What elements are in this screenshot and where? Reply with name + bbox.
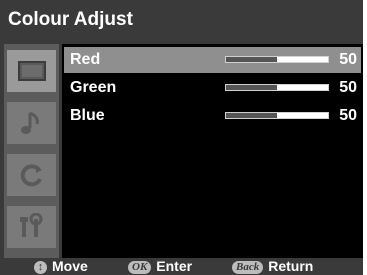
move-label: Move <box>52 258 88 274</box>
sidebar-item-picture[interactable] <box>7 50 56 92</box>
sidebar-item-setup[interactable] <box>7 154 56 196</box>
move-hint: ↕ Move <box>34 258 88 275</box>
sidebar-item-sound[interactable] <box>7 102 56 144</box>
green-slider[interactable] <box>225 84 329 91</box>
settings-panel: Red 50 Green 50 Blue 50 <box>62 44 363 258</box>
setting-row-blue[interactable]: Blue 50 <box>64 103 361 129</box>
navigate-arrows-icon: ↕ <box>34 261 47 274</box>
slider-fill <box>226 57 277 62</box>
red-slider[interactable] <box>225 56 329 63</box>
ok-key-icon: OK <box>128 261 152 274</box>
setting-row-red[interactable]: Red 50 <box>64 47 361 73</box>
tools-icon <box>20 213 43 237</box>
enter-hint: OK Enter <box>128 258 192 275</box>
blue-slider[interactable] <box>225 112 329 119</box>
enter-label: Enter <box>156 258 193 274</box>
slider-fill <box>226 113 277 118</box>
setting-label: Blue <box>70 107 105 124</box>
menu-title: Colour Adjust <box>8 9 133 30</box>
return-hint: Back Return <box>232 258 313 275</box>
setting-label: Red <box>70 51 101 68</box>
slider-fill <box>226 85 277 90</box>
picture-icon <box>18 61 46 81</box>
osd-menu: Colour Adjust Red 50 Green 50 Blue 50 ↕ … <box>0 0 363 275</box>
setting-value: 50 <box>339 79 357 96</box>
setting-value: 50 <box>339 107 357 124</box>
back-key-icon: Back <box>232 261 264 274</box>
return-label: Return <box>268 258 314 274</box>
sidebar <box>4 44 59 258</box>
setting-row-green[interactable]: Green 50 <box>64 75 361 101</box>
setting-label: Green <box>70 79 117 96</box>
setup-icon <box>20 164 42 187</box>
sidebar-item-tools[interactable] <box>7 206 56 248</box>
setting-value: 50 <box>339 51 357 68</box>
sound-icon <box>21 111 39 134</box>
footer-hints: ↕ Move OK Enter Back Return <box>0 258 363 275</box>
